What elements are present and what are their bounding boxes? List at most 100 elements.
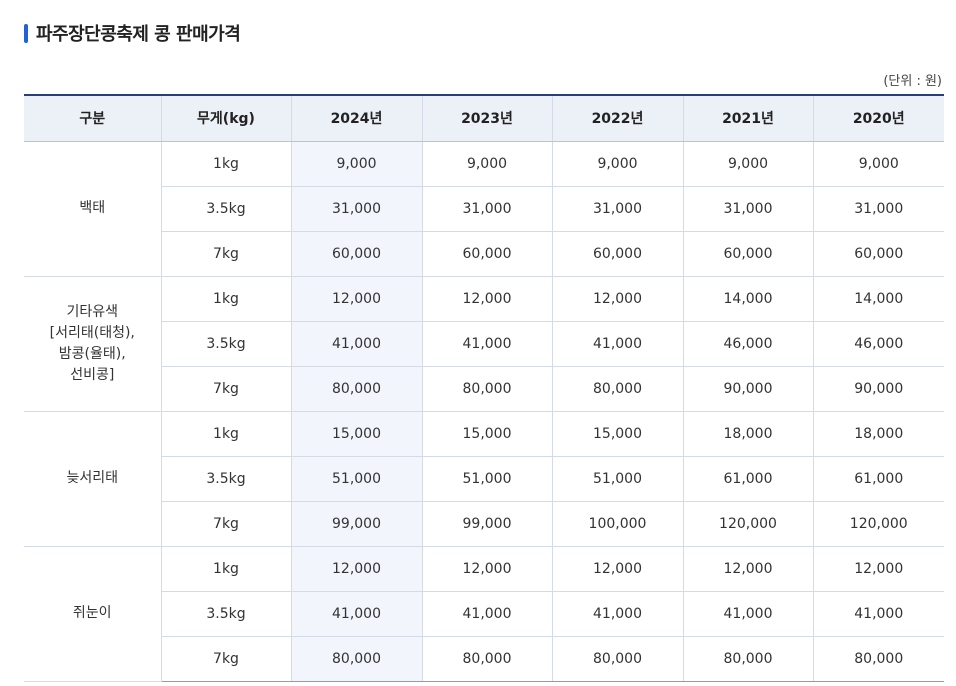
- weight-cell: 1kg: [160, 276, 291, 322]
- page-title: 파주장단콩축제 콩 판매가격: [36, 24, 241, 45]
- weight-cell: 7kg: [160, 366, 291, 412]
- price-cell: 18,000: [682, 411, 813, 457]
- price-cell: 41,000: [290, 321, 422, 367]
- price-cell: 80,000: [551, 366, 683, 412]
- price-cell: 60,000: [812, 231, 944, 277]
- table-body: 백태 1kg 9,000 9,000 9,000 9,000 9,000 3.5kg 31,00…: [24, 141, 944, 682]
- price-cell: 15,000: [421, 411, 552, 457]
- price-cell: 41,000: [551, 591, 683, 637]
- table-row: 3.5kg 51,000 51,000 51,000 61,000 61,000: [24, 456, 944, 502]
- header-year-2021: 2021년: [682, 94, 813, 142]
- table-row: 기타유색 [서리태(태청), 밤콩(율태), 선비콩] 1kg 12,000 12,0…: [24, 276, 944, 412]
- table-row: 3.5kg 41,000 41,000 41,000 46,000 46,000: [24, 321, 944, 367]
- weight-cell: 3.5kg: [160, 186, 291, 232]
- price-cell: 12,000: [290, 276, 422, 322]
- price-cell: 80,000: [421, 366, 552, 412]
- price-cell: 80,000: [551, 636, 683, 682]
- price-cell: 41,000: [812, 591, 944, 637]
- table-row: 3.5kg 31,000 31,000 31,000 31,000 31,000: [24, 186, 944, 232]
- price-cell: 51,000: [551, 456, 683, 502]
- price-cell: 80,000: [812, 636, 944, 682]
- price-cell: 15,000: [290, 411, 422, 457]
- page-heading: 파주장단콩축제 콩 판매가격: [24, 20, 241, 46]
- weight-cell: 1kg: [160, 411, 291, 457]
- price-cell: 46,000: [812, 321, 944, 367]
- price-cell: 51,000: [290, 456, 422, 502]
- price-cell: 31,000: [812, 186, 944, 232]
- price-cell: 90,000: [812, 366, 944, 412]
- price-cell: 80,000: [290, 636, 422, 682]
- price-cell: 99,000: [421, 501, 552, 547]
- price-cell: 80,000: [421, 636, 552, 682]
- weight-cell: 7kg: [160, 231, 291, 277]
- price-cell: 41,000: [290, 591, 422, 637]
- price-cell: 120,000: [812, 501, 944, 547]
- price-cell: 51,000: [421, 456, 552, 502]
- price-cell: 14,000: [812, 276, 944, 322]
- price-cell: 31,000: [421, 186, 552, 232]
- header-year-2020: 2020년: [812, 94, 944, 142]
- table-row: 늦서리태 1kg 15,000 15,000 15,000 18,000 18,000: [24, 411, 944, 547]
- price-cell: 41,000: [682, 591, 813, 637]
- table-row: 7kg 60,000 60,000 60,000 60,000 60,000: [24, 231, 944, 277]
- header-weight: 무게(kg): [160, 94, 291, 142]
- price-cell: 12,000: [551, 276, 683, 322]
- category-cell: 늦서리태: [24, 411, 161, 547]
- price-cell: 80,000: [290, 366, 422, 412]
- header-category: 구분: [24, 94, 161, 142]
- price-cell: 12,000: [812, 546, 944, 592]
- weight-cell: 1kg: [160, 141, 291, 187]
- price-cell: 41,000: [551, 321, 683, 367]
- table-row: 쥐눈이 1kg 12,000 12,000 12,000 12,000 12,000: [24, 546, 944, 682]
- weight-cell: 3.5kg: [160, 591, 291, 637]
- weight-cell: 1kg: [160, 546, 291, 592]
- price-cell: 9,000: [421, 141, 552, 187]
- price-cell: 31,000: [290, 186, 422, 232]
- table-row: 백태 1kg 9,000 9,000 9,000 9,000 9,000: [24, 141, 944, 277]
- price-cell: 15,000: [551, 411, 683, 457]
- weight-cell: 7kg: [160, 501, 291, 547]
- title-accent-bar: [24, 23, 28, 43]
- weight-cell: 7kg: [160, 636, 291, 682]
- price-cell: 12,000: [421, 276, 552, 322]
- price-cell: 46,000: [682, 321, 813, 367]
- price-cell: 100,000: [551, 501, 683, 547]
- weight-cell: 3.5kg: [160, 321, 291, 367]
- price-cell: 12,000: [421, 546, 552, 592]
- price-cell: 60,000: [682, 231, 813, 277]
- header-year-2024: 2024년: [290, 94, 422, 142]
- table-row: 7kg 80,000 80,000 80,000 80,000 80,000: [24, 636, 944, 682]
- table-row: 3.5kg 41,000 41,000 41,000 41,000 41,000: [24, 591, 944, 637]
- price-cell: 60,000: [290, 231, 422, 277]
- table-row: 7kg 80,000 80,000 80,000 90,000 90,000: [24, 366, 944, 412]
- category-cell: 쥐눈이: [24, 546, 161, 682]
- category-cell: 백태: [24, 141, 161, 277]
- price-cell: 31,000: [682, 186, 813, 232]
- price-cell: 61,000: [812, 456, 944, 502]
- price-cell: 41,000: [421, 321, 552, 367]
- price-cell: 9,000: [551, 141, 683, 187]
- price-cell: 80,000: [682, 636, 813, 682]
- price-cell: 31,000: [551, 186, 683, 232]
- price-cell: 99,000: [290, 501, 422, 547]
- price-cell: 18,000: [812, 411, 944, 457]
- table-header-row: 구분 무게(kg) 2024년 2023년 2022년 2021년 2020년: [24, 94, 944, 142]
- price-cell: 9,000: [290, 141, 422, 187]
- price-cell: 12,000: [290, 546, 422, 592]
- header-year-2022: 2022년: [551, 94, 683, 142]
- price-table: 구분 무게(kg) 2024년 2023년 2022년 2021년 2020년 …: [24, 94, 944, 682]
- weight-cell: 3.5kg: [160, 456, 291, 502]
- price-cell: 14,000: [682, 276, 813, 322]
- header-year-2023: 2023년: [421, 94, 552, 142]
- price-cell: 9,000: [812, 141, 944, 187]
- category-cell: 기타유색 [서리태(태청), 밤콩(율태), 선비콩]: [24, 276, 161, 412]
- price-cell: 12,000: [682, 546, 813, 592]
- price-cell: 12,000: [551, 546, 683, 592]
- price-cell: 60,000: [421, 231, 552, 277]
- price-cell: 90,000: [682, 366, 813, 412]
- price-cell: 120,000: [682, 501, 813, 547]
- unit-note: (단위 : 원): [883, 74, 942, 89]
- price-cell: 60,000: [551, 231, 683, 277]
- price-cell: 41,000: [421, 591, 552, 637]
- price-cell: 9,000: [682, 141, 813, 187]
